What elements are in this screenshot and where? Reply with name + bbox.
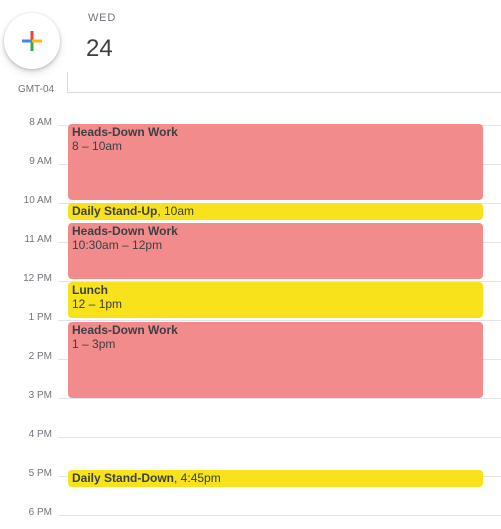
calendar-day-view: WED 24 GMT-04 8 AM 9 AM 10 AM 11 AM 12 P… — [0, 0, 501, 529]
hour-label: 4 PM — [28, 429, 52, 440]
hour-label: 3 PM — [28, 390, 52, 401]
event-time: 1 – 3pm — [72, 337, 116, 351]
day-of-week: WED — [88, 12, 117, 24]
event-time: 8 – 10am — [72, 139, 123, 153]
hour-label: 8 AM — [29, 117, 52, 128]
hour-line — [58, 515, 501, 516]
hour-label: 10 AM — [23, 195, 52, 206]
event-time: , 4:45pm — [174, 471, 221, 485]
hour-label: 6 PM — [28, 507, 52, 518]
create-event-button[interactable] — [4, 13, 60, 69]
event-heads-down-work[interactable]: Heads-Down Work 1 – 3pm — [68, 322, 483, 398]
event-title: Heads-Down Work — [72, 323, 178, 337]
event-time: 10:30am – 12pm — [72, 238, 163, 252]
event-daily-stand-up[interactable]: Daily Stand-Up, 10am — [68, 203, 483, 220]
event-title: Heads-Down Work — [72, 125, 178, 139]
all-day-divider — [67, 72, 68, 92]
time-grid[interactable]: 8 AM 9 AM 10 AM 11 AM 12 PM 1 PM 2 PM 3 … — [0, 93, 501, 529]
hour-line — [58, 437, 501, 438]
event-title: Daily Stand-Up — [72, 204, 158, 218]
event-time: 12 – 1pm — [72, 297, 123, 311]
event-heads-down-work[interactable]: Heads-Down Work 8 – 10am — [68, 124, 483, 200]
plus-icon — [22, 31, 42, 51]
event-title: Daily Stand-Down — [72, 471, 175, 485]
event-title: Lunch — [72, 283, 108, 297]
hour-label: 12 PM — [23, 273, 52, 284]
hour-line — [58, 398, 501, 399]
hour-line — [58, 320, 501, 321]
event-lunch[interactable]: Lunch 12 – 1pm — [68, 282, 483, 318]
event-daily-stand-down[interactable]: Daily Stand-Down, 4:45pm — [68, 470, 483, 487]
hour-label: 9 AM — [29, 156, 52, 167]
day-number[interactable]: 24 — [86, 35, 113, 63]
event-title: Heads-Down Work — [72, 224, 178, 238]
event-heads-down-work[interactable]: Heads-Down Work 10:30am – 12pm — [68, 223, 483, 279]
hour-label: 5 PM — [28, 468, 52, 479]
hour-label: 11 AM — [24, 234, 52, 245]
event-time: , 10am — [157, 204, 195, 218]
hour-label: 1 PM — [28, 312, 52, 323]
hour-label: 2 PM — [28, 351, 52, 362]
